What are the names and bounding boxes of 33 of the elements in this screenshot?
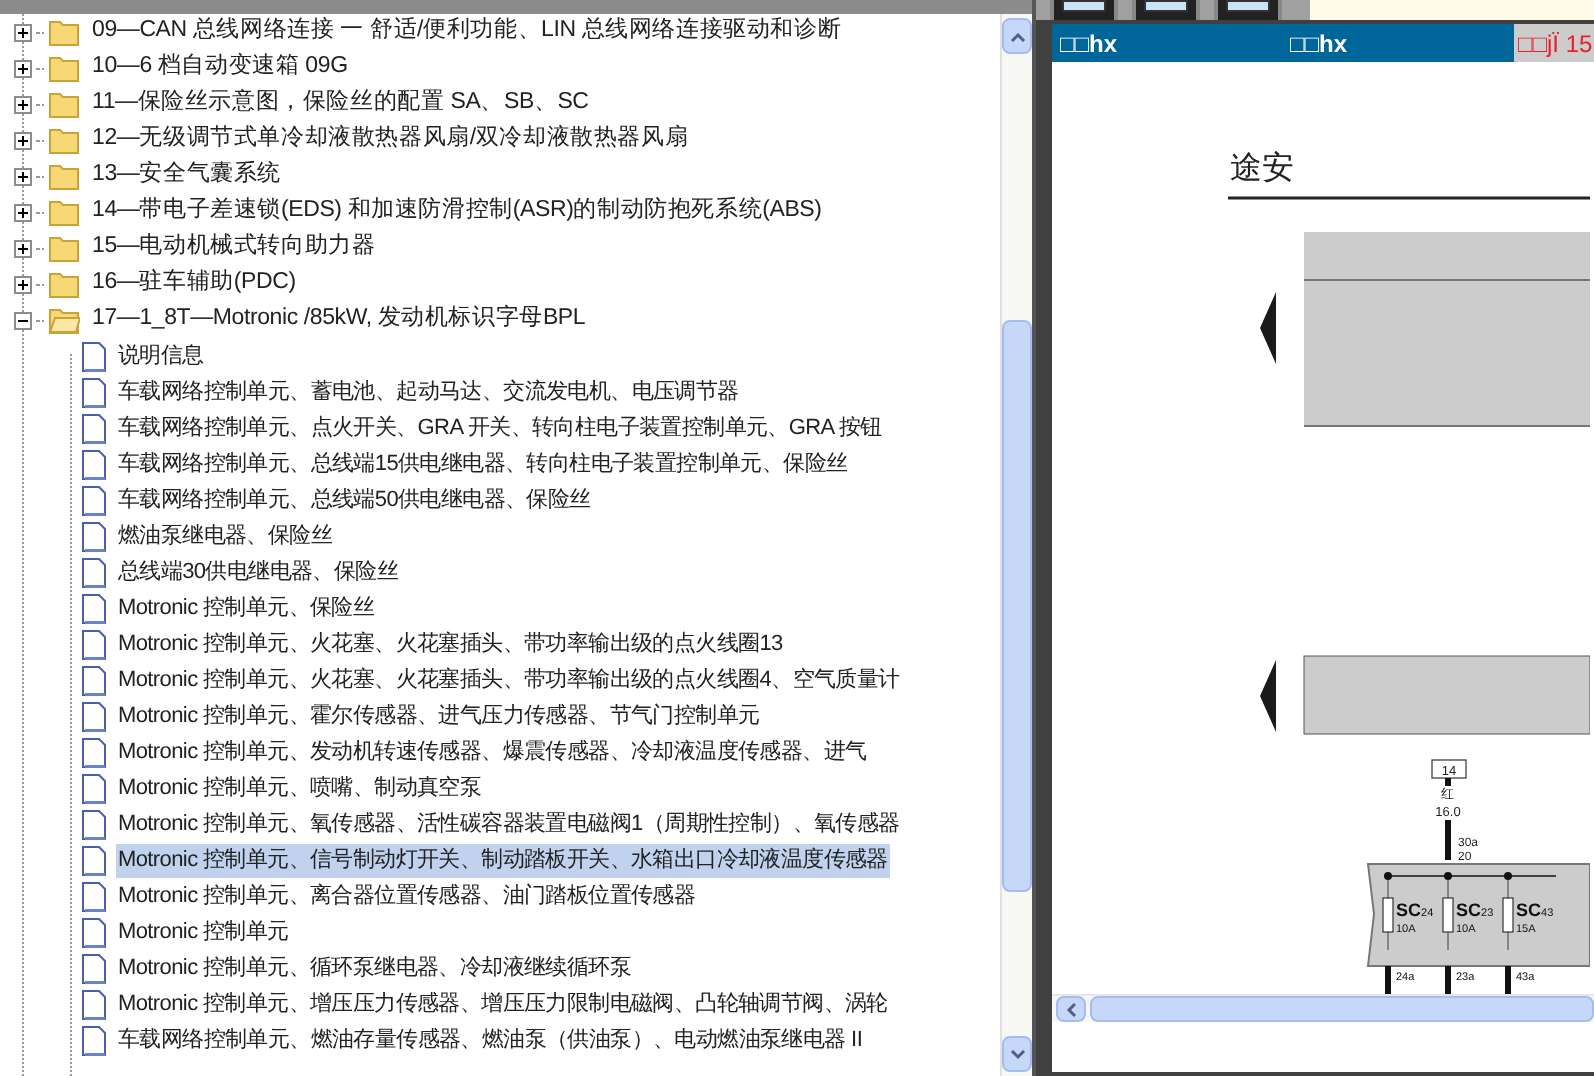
tree-item[interactable]: 车载网络控制单元、燃油存量传感器、燃油泵（供油泵）、电动燃油泵继电器 II <box>116 1023 865 1057</box>
tree-item[interactable]: Motronic 控制单元、保险丝 <box>116 591 377 625</box>
tree-item[interactable]: 车载网络控制单元、点火开关、GRA 开关、转向柱电子装置控制单元、GRA 按钮 <box>116 411 884 445</box>
tree-item[interactable]: 说明信息 <box>116 339 206 373</box>
tree-item[interactable]: 14—带电子差速锁(EDS) 和加速防滑控制(ASR)的制动防抱死系统(ABS) <box>92 194 822 230</box>
tree-item[interactable]: Motronic 控制单元、火花塞、火花塞插头、带功率输出级的点火线圈4、空气质量计 <box>116 663 902 697</box>
tree-item[interactable]: Motronic 控制单元、增压压力传感器、增压压力限制电磁阀、凸轮轴调节阀、涡轮 <box>116 987 890 1021</box>
tree-item[interactable]: 09—CAN 总线网络连接 一 舒适/便利功能、LIN 总线网络连接驱动和诊断 <box>92 14 842 50</box>
tree-item[interactable]: 燃油泵继电器、保险丝 <box>116 519 335 553</box>
header-label: □□jÏ 15 <box>1514 24 1594 62</box>
tree-item[interactable]: Motronic 控制单元、发动机转速传感器、爆震传感器、冷却液温度传感器、进气 <box>116 735 869 769</box>
tree-item[interactable]: 车载网络控制单元、总线端50供电继电器、保险丝 <box>116 483 593 517</box>
tree-item[interactable]: 16—驻车辅助(PDC) <box>92 266 296 302</box>
tree-item[interactable]: 12—无级调节式单冷却液散热器风扇/双冷却液散热器风扇 <box>92 122 689 158</box>
tree-item[interactable]: Motronic 控制单元、循环泵继电器、冷却液继续循环泵 <box>116 951 634 985</box>
tree-item[interactable]: Motronic 控制单元、霍尔传感器、进气压力传感器、节气门控制单元 <box>116 699 762 733</box>
tree-item[interactable]: 车载网络控制单元、蓄电池、起动马达、交流发电机、电压调节器 <box>116 375 741 409</box>
document-title: 途安 <box>1230 152 1294 186</box>
header-label: □□hx <box>1290 27 1349 61</box>
tree-item[interactable]: 15—电动机械式转向助力器 <box>92 230 376 266</box>
tree-item[interactable]: Motronic 控制单元、信号制动灯开关、制动踏板开关、水箱出口冷却液温度传感器 <box>116 843 890 877</box>
tree-item[interactable]: Motronic 控制单元、喷嘴、制动真空泵 <box>116 771 484 805</box>
header-label: □□hx <box>1060 27 1119 61</box>
tree-item[interactable]: Motronic 控制单元 <box>116 915 291 949</box>
tree-item[interactable]: Motronic 控制单元、氧传感器、活性碳容器装置电磁阀1（周期性控制）、氧传感器 <box>116 807 902 841</box>
tree-item[interactable]: 11—保险丝示意图，保险丝的配置 SA、SB、SC <box>92 86 589 122</box>
tree-item[interactable]: Motronic 控制单元、离合器位置传感器、油门踏板位置传感器 <box>116 879 698 913</box>
tree-item[interactable]: 13—安全气囊系统 <box>92 158 281 194</box>
tree-item[interactable]: Motronic 控制单元、火花塞、火花塞插头、带功率输出级的点火线圈13 <box>116 627 785 661</box>
tree-item[interactable]: 10—6 档自动变速箱 09G <box>92 50 348 86</box>
tree-item[interactable]: 总线端30供电继电器、保险丝 <box>116 555 401 589</box>
tree-item[interactable]: 17—1_8T—Motronic /85kW, 发动机标识字母BPL <box>92 302 586 338</box>
tree-item[interactable]: 车载网络控制单元、总线端15供电继电器、转向柱电子装置控制单元、保险丝 <box>116 447 850 481</box>
